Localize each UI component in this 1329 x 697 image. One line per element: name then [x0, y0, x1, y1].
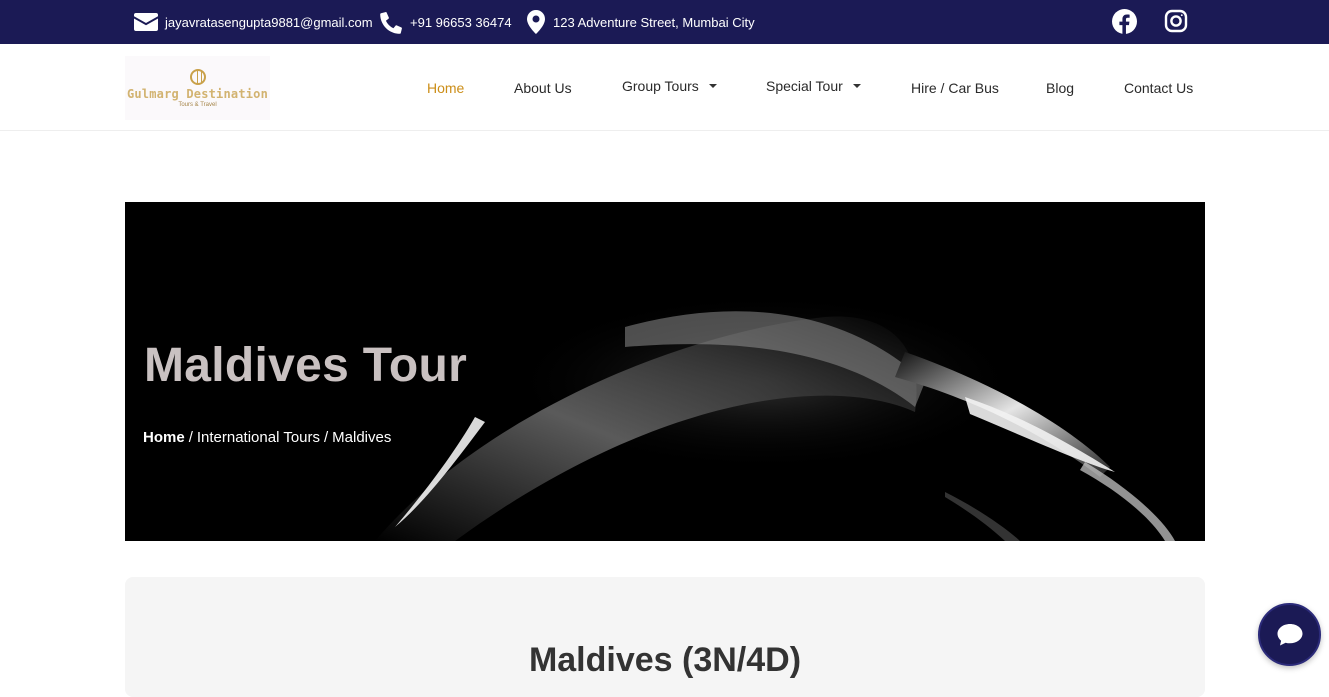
- nav-item-home[interactable]: Home: [427, 44, 464, 131]
- breadcrumb: Home / International Tours / Maldives: [143, 429, 391, 446]
- nav-item-label: Group Tours: [622, 77, 699, 94]
- facebook-icon: [1111, 8, 1137, 34]
- nav-item-contact-us[interactable]: Contact Us: [1124, 44, 1193, 131]
- site-logo[interactable]: Gulmarg Destination Tours & Travel: [125, 56, 270, 120]
- instagram-icon: [1164, 9, 1188, 33]
- breadcrumb-separator: /: [188, 429, 193, 446]
- nav-item-about-us[interactable]: About Us: [514, 44, 572, 131]
- phone-icon: [380, 12, 402, 34]
- tour-package-title: Maldives (3N/4D): [528, 641, 802, 679]
- email-text: jayavratasengupta9881@gmail.com: [165, 14, 373, 30]
- caret-down-icon: [708, 83, 717, 88]
- main-navbar: Gulmarg Destination Tours & Travel Home …: [0, 44, 1329, 131]
- map-pin-icon: [527, 10, 545, 34]
- breadcrumb-home-link[interactable]: Home: [143, 429, 185, 446]
- envelope-icon: [134, 13, 158, 31]
- phone-text: +91 96653 36474: [410, 14, 512, 30]
- nav-item-label: Contact Us: [1124, 79, 1194, 96]
- breadcrumb-separator: /: [324, 429, 329, 446]
- contact-email[interactable]: jayavratasengupta9881@gmail.com: [134, 0, 373, 44]
- globe-icon: [189, 68, 206, 85]
- nav-item-hire-car-bus[interactable]: Hire / Car Bus: [911, 44, 999, 131]
- tour-details-panel: Maldives (3N/4D): [125, 577, 1205, 697]
- nav-item-label: Blog: [1046, 79, 1075, 96]
- caret-down-icon: [852, 83, 861, 88]
- nav-item-label: Special Tour: [766, 77, 843, 94]
- nav-item-group-tours[interactable]: Group Tours: [622, 42, 717, 129]
- contact-address: 123 Adventure Street, Mumbai City: [527, 0, 755, 44]
- hero-banner: Maldives Tour Home / International Tours / M…: [125, 202, 1205, 541]
- breadcrumb-section-link[interactable]: International Tours: [197, 429, 320, 446]
- address-text: 123 Adventure Street, Mumbai City: [553, 14, 755, 30]
- nav-item-label: Home: [427, 79, 465, 96]
- contact-phone[interactable]: +91 96653 36474: [379, 0, 512, 44]
- nav-item-label: Hire / Car Bus: [911, 79, 999, 96]
- chat-bubble-icon: [1277, 623, 1302, 645]
- instagram-link[interactable]: [1163, 8, 1189, 34]
- page-title: Maldives Tour: [144, 339, 468, 392]
- nav-item-label: About Us: [514, 79, 572, 96]
- logo-title: Gulmarg Destination: [126, 86, 269, 101]
- logo-subtitle: Tours & Travel: [178, 101, 217, 108]
- top-bar: jayavratasengupta9881@gmail.com +91 9665…: [0, 0, 1329, 44]
- nav-item-special-tour[interactable]: Special Tour: [766, 42, 861, 129]
- facebook-link[interactable]: [1111, 8, 1137, 34]
- breadcrumb-current: Maldives: [332, 429, 392, 446]
- chat-button[interactable]: [1258, 603, 1321, 666]
- nav-item-blog[interactable]: Blog: [1046, 44, 1074, 131]
